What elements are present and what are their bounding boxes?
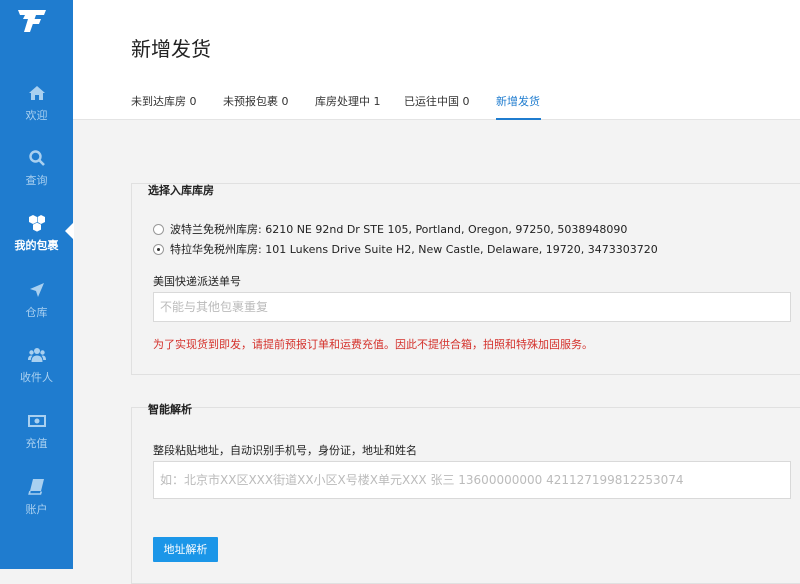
sidebar-item-my-packages[interactable]: 我的包裹 — [0, 214, 73, 278]
tab-shipped-to-china[interactable]: 已运往中国 0 — [404, 93, 470, 109]
page-header: 新增发货 未到达库房 0 未预报包裹 0 库房处理中 1 已运往中国 0 新增发… — [73, 0, 800, 120]
sidebar-item-welcome[interactable]: 欢迎 — [0, 84, 73, 148]
tracking-number-label: 美国快递派送单号 — [153, 275, 241, 288]
address-paste-input[interactable]: 如：北京市XX区XXX街道XX小区X号楼X单元XXX 张三 1360000000… — [153, 461, 791, 499]
radio-label: 波特兰免税州库房: 6210 NE 92nd Dr STE 105, Portl… — [170, 223, 628, 236]
users-icon — [27, 348, 46, 362]
sidebar-item-warehouse[interactable]: 仓库 — [0, 281, 73, 345]
tracking-number-input[interactable]: 不能与其他包裹重复 — [153, 292, 791, 322]
active-tab-underline — [496, 118, 541, 120]
main-content: 新增发货 未到达库房 0 未预报包裹 0 库房处理中 1 已运往中国 0 新增发… — [73, 0, 800, 584]
tab-not-forecast[interactable]: 未预报包裹 0 — [223, 93, 289, 109]
smart-parse-section: 智能解析 整段粘贴地址，自动识别手机号，身份证，地址和姓名 如：北京市XX区XX… — [131, 403, 800, 584]
sidebar-item-label: 仓库 — [25, 306, 48, 319]
sidebar-item-label: 充值 — [25, 437, 48, 450]
radio-button[interactable] — [153, 224, 164, 235]
packages-icon — [28, 215, 45, 232]
sidebar: 欢迎 查询 我的包裹 仓库 收件人 充值 账户 — [0, 0, 74, 569]
money-icon — [27, 415, 46, 427]
section-title: 选择入库库房 — [148, 184, 214, 197]
sidebar-item-search[interactable]: 查询 — [0, 149, 73, 213]
sidebar-item-label: 查询 — [25, 174, 48, 187]
sidebar-item-label: 我的包裹 — [14, 239, 59, 252]
location-arrow-icon — [29, 283, 44, 297]
radio-label: 特拉华免税州库房: 101 Lukens Drive Suite H2, New… — [170, 243, 658, 256]
sidebar-item-recharge[interactable]: 充值 — [0, 412, 73, 476]
sidebar-item-label: 账户 — [25, 503, 48, 516]
app-logo-icon[interactable] — [14, 6, 50, 36]
notice-text: 为了实现货到即发，请提前预报订单和运费充值。因此不提供合箱，拍照和特殊加固服务。 — [153, 338, 593, 351]
tab-not-arrived[interactable]: 未到达库房 0 — [131, 93, 197, 109]
sidebar-item-recipients[interactable]: 收件人 — [0, 346, 73, 410]
radio-button[interactable] — [153, 244, 164, 255]
tab-new-shipment[interactable]: 新增发货 — [496, 93, 540, 109]
tab-processing[interactable]: 库房处理中 1 — [315, 93, 381, 109]
home-icon — [28, 86, 45, 100]
search-icon — [28, 150, 45, 166]
warehouse-section: 选择入库库房 波特兰免税州库房: 6210 NE 92nd Dr STE 105… — [131, 183, 800, 375]
book-icon — [27, 479, 44, 495]
sidebar-item-account[interactable]: 账户 — [0, 478, 73, 542]
section-title: 智能解析 — [148, 403, 192, 416]
sidebar-item-label: 欢迎 — [25, 109, 48, 122]
warehouse-option-portland[interactable]: 波特兰免税州库房: 6210 NE 92nd Dr STE 105, Portl… — [153, 221, 627, 237]
parse-address-button[interactable]: 地址解析 — [153, 537, 218, 562]
sidebar-item-label: 收件人 — [20, 371, 53, 384]
warehouse-option-delaware[interactable]: 特拉华免税州库房: 101 Lukens Drive Suite H2, New… — [153, 241, 658, 257]
address-paste-label: 整段粘贴地址，自动识别手机号，身份证，地址和姓名 — [153, 444, 417, 457]
page-title: 新增发货 — [131, 37, 211, 61]
